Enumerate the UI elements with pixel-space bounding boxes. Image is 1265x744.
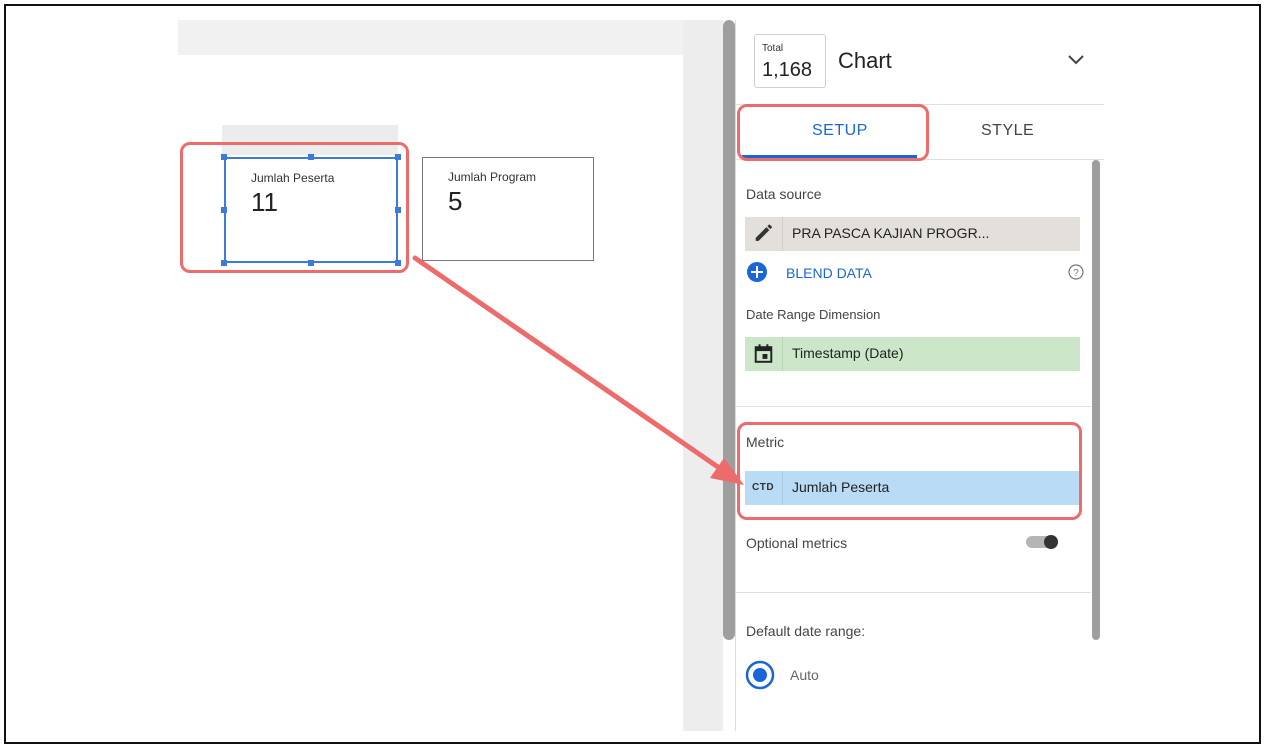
optional-metrics-label: Optional metrics <box>746 535 848 551</box>
pencil-icon[interactable] <box>745 217 783 251</box>
canvas-gutter <box>683 20 723 731</box>
panel-header: Total 1,168 Chart <box>736 20 1104 105</box>
radio-auto[interactable] <box>745 660 775 690</box>
section-divider <box>736 406 1091 407</box>
section-divider <box>736 592 1091 593</box>
scorecard-jumlah-program[interactable]: Jumlah Program 5 <box>422 157 594 261</box>
calendar-icon <box>754 337 783 371</box>
data-source-name: PRA PASCA KAJIAN PROGR... <box>792 225 990 241</box>
scorecard-label: Jumlah Program <box>448 170 537 184</box>
blend-data-button[interactable]: BLEND DATA ? <box>746 258 1086 286</box>
highlight-scorecard <box>180 142 409 273</box>
panel-scrollbar[interactable] <box>1092 160 1100 640</box>
blend-data-label: BLEND DATA <box>786 265 872 281</box>
scorecard-value: 5 <box>448 186 463 216</box>
svg-text:?: ? <box>1073 268 1079 279</box>
data-source-label: Data source <box>746 186 822 202</box>
default-date-range-label: Default date range: <box>746 623 866 639</box>
help-icon[interactable]: ? <box>1068 264 1084 280</box>
highlight-setup-tab <box>737 104 929 161</box>
data-source-chip[interactable]: PRA PASCA KAJIAN PROGR... <box>745 217 1080 251</box>
highlight-metric <box>737 422 1082 520</box>
radio-auto-label: Auto <box>790 667 819 683</box>
date-range-dimension-value: Timestamp (Date) <box>792 345 904 361</box>
total-label: Total <box>762 43 784 54</box>
add-circle-icon <box>747 262 767 282</box>
chart-type-title[interactable]: Chart <box>838 48 892 74</box>
chevron-down-icon[interactable] <box>1066 50 1086 70</box>
date-range-dimension-chip[interactable]: Timestamp (Date) <box>745 337 1080 371</box>
canvas-scrollbar[interactable] <box>723 20 735 640</box>
optional-metrics-toggle[interactable] <box>1022 534 1060 550</box>
total-records-box: Total 1,168 <box>754 34 826 88</box>
tab-style[interactable]: STYLE <box>981 122 1034 140</box>
date-range-dimension-label: Date Range Dimension <box>746 307 881 322</box>
total-value: 1,168 <box>762 59 813 81</box>
